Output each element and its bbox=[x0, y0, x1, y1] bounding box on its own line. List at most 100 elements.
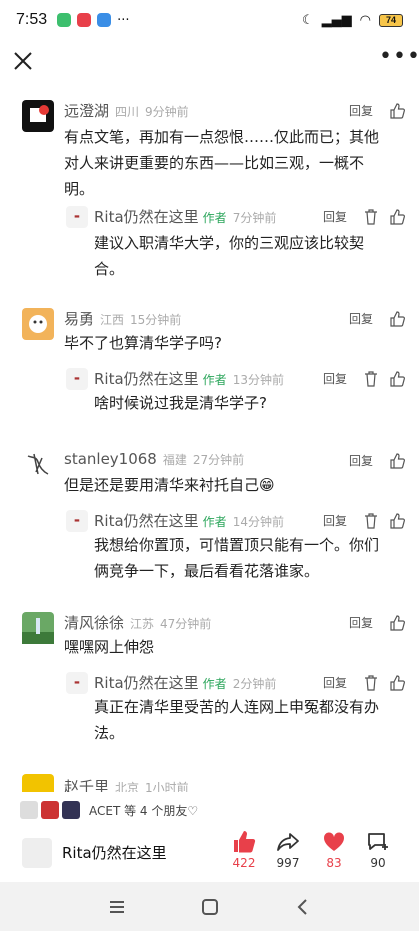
author-bar: Rita仍然在这里 422 997 83 90 bbox=[0, 826, 419, 882]
system-nav-bar bbox=[0, 882, 419, 931]
thumbs-up-icon[interactable] bbox=[389, 674, 405, 691]
comment-text-line: 但是还是要用清华来衬托自己😁 bbox=[64, 476, 275, 494]
comment-author[interactable]: 远澄湖 四川 9分钟前 bbox=[64, 100, 189, 121]
share-count: 997 bbox=[276, 856, 300, 870]
like-count: 422 bbox=[232, 856, 256, 870]
comment-author-name[interactable]: 远澄湖 bbox=[64, 102, 109, 120]
reply-author[interactable]: Rita仍然在这里 作者 14分钟前 bbox=[94, 510, 284, 531]
author-name[interactable]: Rita仍然在这里 bbox=[62, 842, 167, 863]
comment-actions: 回复 bbox=[349, 310, 405, 327]
reply-author-name[interactable]: Rita仍然在这里 bbox=[94, 208, 199, 226]
reply-author-name[interactable]: Rita仍然在这里 bbox=[94, 512, 199, 530]
comment-text-line: 嘿嘿网上伸怨 bbox=[64, 638, 155, 656]
comment-text: 嘿嘿网上伸怨 bbox=[64, 634, 404, 660]
comment-location: 福建 bbox=[162, 453, 187, 467]
comment-text-line: 有点文笔，再加有一点怨恨……仅此而已；其他 bbox=[64, 128, 380, 146]
author-avatar[interactable]: ▬ bbox=[66, 510, 88, 532]
reply-author[interactable]: Rita仍然在这里 作者 13分钟前 bbox=[94, 368, 284, 389]
author-avatar[interactable]: ▬ bbox=[66, 672, 88, 694]
comment-location: 江西 bbox=[100, 313, 125, 327]
delete-icon[interactable] bbox=[363, 512, 379, 529]
app-notification-icon bbox=[77, 13, 92, 27]
friends-liked-row[interactable]: ACET 等 4 个朋友♡ bbox=[0, 796, 419, 824]
app-notification-icon bbox=[97, 13, 112, 27]
reply-time: 13分钟前 bbox=[232, 373, 284, 387]
reply-button[interactable]: 回复 bbox=[323, 208, 347, 225]
author-badge: 作者 bbox=[202, 677, 227, 691]
reply-text-line: 俩竞争一下，最后看看花落谁家。 bbox=[94, 562, 320, 580]
comment-list[interactable]: 远澄湖 四川 9分钟前 回复 有点文笔，再加有一点怨恨……仅此而已；其他 对人来讲更… bbox=[0, 92, 419, 792]
reply-text-line: 啥时候说过我是清华学子? bbox=[94, 394, 267, 412]
comment-author-name[interactable]: 易勇 bbox=[64, 310, 94, 328]
avatar[interactable] bbox=[22, 448, 54, 480]
favorite-count: 83 bbox=[326, 856, 342, 870]
delete-icon[interactable] bbox=[363, 370, 379, 387]
reply-button[interactable]: 回复 bbox=[349, 310, 373, 327]
reply-text: 我想给你置顶，可惜置顶只能有一个。你们 俩竞争一下，最后看看花落谁家。 bbox=[94, 532, 404, 584]
comment-author[interactable]: stanley1068 福建 27分钟前 bbox=[64, 450, 244, 468]
reply-author-name[interactable]: Rita仍然在这里 bbox=[94, 370, 199, 388]
author-avatar[interactable]: ▬ bbox=[66, 206, 88, 228]
comment-text-line: 对人来讲更重要的东西——比如三观，一概不 bbox=[64, 154, 365, 172]
reply-text-line: 法。 bbox=[94, 724, 125, 742]
reply-button[interactable]: 回复 bbox=[323, 674, 347, 691]
comment-author-name[interactable]: 赵千里 bbox=[64, 778, 109, 792]
menu-icon[interactable] bbox=[107, 897, 127, 917]
author-avatar[interactable]: ▬ bbox=[66, 368, 88, 390]
reply-button[interactable]: 回复 bbox=[349, 614, 373, 631]
comment-time: 27分钟前 bbox=[192, 453, 245, 467]
avatar[interactable] bbox=[22, 308, 54, 340]
add-comment-icon bbox=[368, 833, 388, 850]
comment-author-name[interactable]: stanley1068 bbox=[64, 450, 157, 468]
battery-icon: 74 bbox=[379, 13, 403, 27]
reply-button[interactable]: 回复 bbox=[349, 452, 373, 469]
reply-text-line: 合。 bbox=[94, 260, 125, 278]
friend-avatar bbox=[62, 801, 80, 819]
comment-text: 毕不了也算清华学子吗? bbox=[64, 330, 404, 356]
comment-actions: 回复 bbox=[349, 614, 405, 631]
comment-author[interactable]: 清风徐徐 江苏 47分钟前 bbox=[64, 612, 211, 633]
comment-author-name[interactable]: 清风徐徐 bbox=[64, 614, 124, 632]
delete-icon[interactable] bbox=[363, 208, 379, 225]
comment-time: 47分钟前 bbox=[160, 617, 212, 631]
comment-location: 北京 bbox=[115, 781, 140, 792]
app-notification-icon bbox=[57, 13, 72, 27]
favorite-button[interactable]: 83 bbox=[312, 830, 356, 870]
thumbs-up-icon[interactable] bbox=[389, 512, 405, 529]
avatar[interactable] bbox=[22, 612, 54, 644]
close-icon[interactable] bbox=[10, 48, 36, 74]
more-options-icon[interactable]: ••• bbox=[379, 46, 419, 74]
reply-actions: 回复 bbox=[323, 208, 405, 225]
thumbs-up-icon[interactable] bbox=[389, 310, 405, 327]
thumbs-up-icon[interactable] bbox=[389, 102, 405, 119]
thumbs-up-icon[interactable] bbox=[389, 452, 405, 469]
reply-button[interactable]: 回复 bbox=[323, 512, 347, 529]
home-icon[interactable] bbox=[200, 897, 220, 917]
reply-text: 建议入职清华大学，你的三观应该比较契 合。 bbox=[94, 230, 404, 282]
reply-button[interactable]: 回复 bbox=[323, 370, 347, 387]
reply-author[interactable]: Rita仍然在这里 作者 2分钟前 bbox=[94, 672, 276, 693]
comment-location: 江苏 bbox=[130, 617, 155, 631]
avatar[interactable] bbox=[22, 100, 54, 132]
delete-icon[interactable] bbox=[363, 674, 379, 691]
comment-count: 90 bbox=[370, 856, 386, 870]
comment-author[interactable]: 易勇 江西 15分钟前 bbox=[64, 308, 181, 329]
back-icon[interactable] bbox=[293, 897, 313, 917]
reply-button[interactable]: 回复 bbox=[349, 102, 373, 119]
share-button[interactable]: 997 bbox=[266, 830, 310, 870]
reply-text: 真正在清华里受苦的人连网上申冤都没有办 法。 bbox=[94, 694, 404, 746]
author-badge: 作者 bbox=[202, 373, 227, 387]
thumbs-up-icon[interactable] bbox=[389, 614, 405, 631]
thumbs-up-icon[interactable] bbox=[389, 370, 405, 387]
thumbs-up-icon[interactable] bbox=[389, 208, 405, 225]
comment-button[interactable]: 90 bbox=[356, 830, 400, 870]
author-avatar[interactable] bbox=[22, 838, 52, 868]
reply-author[interactable]: Rita仍然在这里 作者 7分钟前 bbox=[94, 206, 276, 227]
like-button[interactable]: 422 bbox=[222, 830, 266, 870]
comment-text: 有点文笔，再加有一点怨恨……仅此而已；其他 对人来讲更重要的东西——比如三观，一… bbox=[64, 124, 404, 202]
reply-time: 2分钟前 bbox=[232, 677, 277, 691]
reply-author-name[interactable]: Rita仍然在这里 bbox=[94, 674, 199, 692]
comment-author[interactable]: 赵千里 北京 1小时前 bbox=[64, 776, 189, 792]
reply-time: 14分钟前 bbox=[232, 515, 284, 529]
avatar[interactable] bbox=[22, 774, 54, 792]
